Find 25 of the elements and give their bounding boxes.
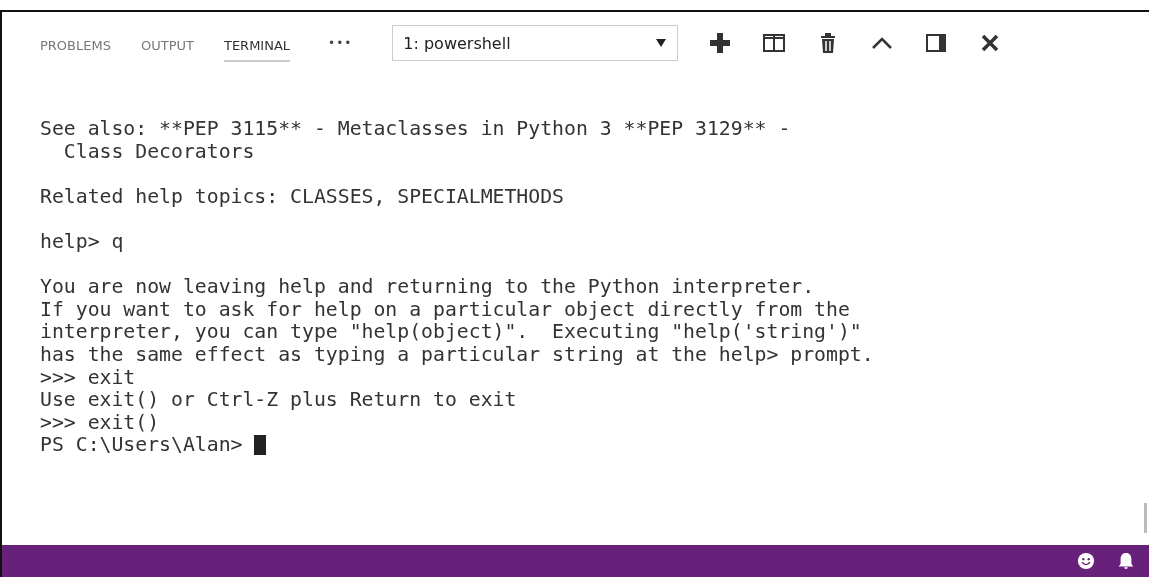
panel-tab[interactable]: TERMINAL [223,30,291,62]
plus-icon[interactable] [708,31,733,55]
terminal-line: If you want to ask for help on a particular object directly from the [40,298,851,322]
terminal-line: See also: **PEP 3115** - Metaclasses in Python 3 **PEP 3129** - [40,118,792,141]
terminal-line: help> q [40,230,125,254]
more-actions-button[interactable]: ••• [328,36,353,50]
bell-icon[interactable] [1117,552,1135,570]
terminal-line: has the same effect as typing a particular string at the help> prompt. [40,343,875,367]
terminal-line: Class Decorators [62,140,256,164]
terminal-line: >>> exit() [40,411,161,435]
panel-tab[interactable]: PROBLEMS [40,30,111,62]
terminal-line: interpreter, you can type "help(object)". Executing "help('string')" [40,321,863,344]
panel-icon[interactable] [924,31,949,55]
text-cursor [254,435,267,456]
dropdown-caret-icon [655,38,668,48]
panel-tab[interactable]: OUTPUT [140,30,194,62]
terminal-prompt: PS C:\Users\Alan> [40,433,244,457]
smiley-icon[interactable] [1077,552,1095,570]
terminal-select[interactable]: 1: powershell [392,25,679,61]
split-icon[interactable] [762,31,787,55]
terminal-line: >>> exit [40,366,137,390]
terminal-line: You are now leaving help and returning to the Python interpreter. [40,276,816,299]
scrollbar-thumb[interactable] [1144,503,1147,533]
terminal-line: Related help topics: CLASSES, SPECIALMETHODS [40,185,565,209]
terminal-line: Use exit() or Ctrl-Z plus Return to exit [40,389,518,412]
